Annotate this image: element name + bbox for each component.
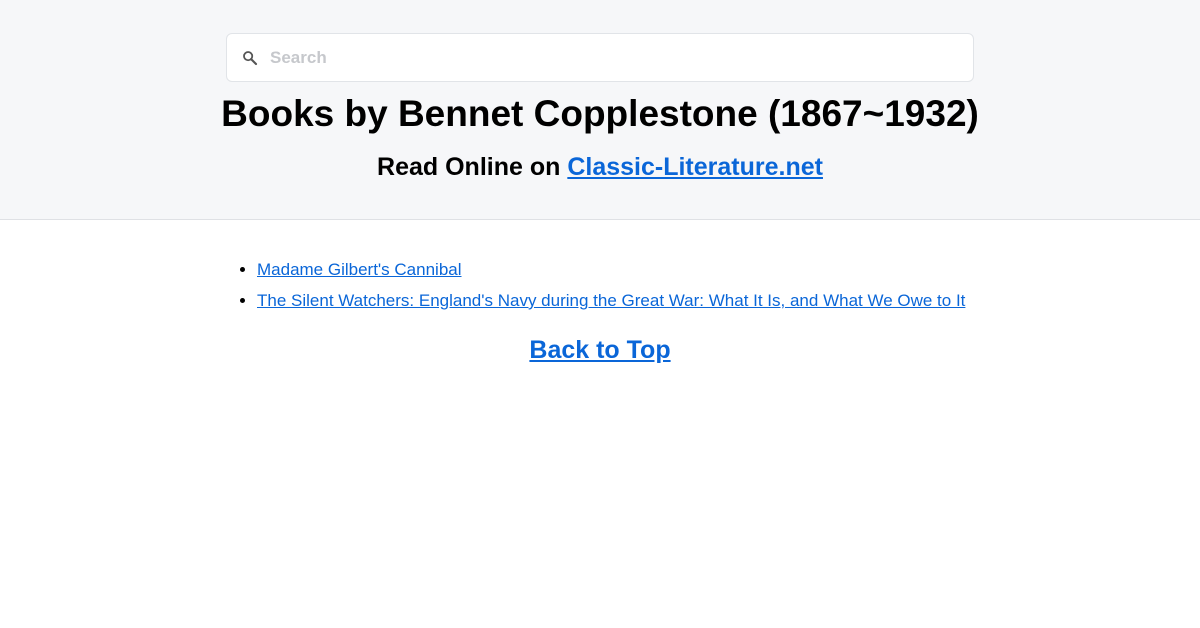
book-link[interactable]: Madame Gilbert's Cannibal [257,260,462,279]
search-icon [243,51,258,66]
subtitle: Read Online on Classic-Literature.net [0,151,1200,183]
search-input[interactable] [270,34,960,81]
list-item: The Silent Watchers: England's Navy duri… [257,285,965,316]
book-list: Madame Gilbert's Cannibal The Silent Wat… [257,254,965,316]
page-header: Books by Bennet Copplestone (1867~1932) … [0,0,1200,220]
main-content: Madame Gilbert's Cannibal The Silent Wat… [0,220,1200,627]
page-title: Books by Bennet Copplestone (1867~1932) [221,93,979,134]
search-box[interactable] [226,33,974,82]
back-to-top-link[interactable]: Back to Top [529,336,670,364]
list-item: Madame Gilbert's Cannibal [257,254,965,285]
book-link[interactable]: The Silent Watchers: England's Navy duri… [257,291,965,310]
site-link[interactable]: Classic-Literature.net [567,153,823,181]
back-to-top: Back to Top [0,333,1200,367]
subtitle-prefix: Read Online on [377,153,568,181]
